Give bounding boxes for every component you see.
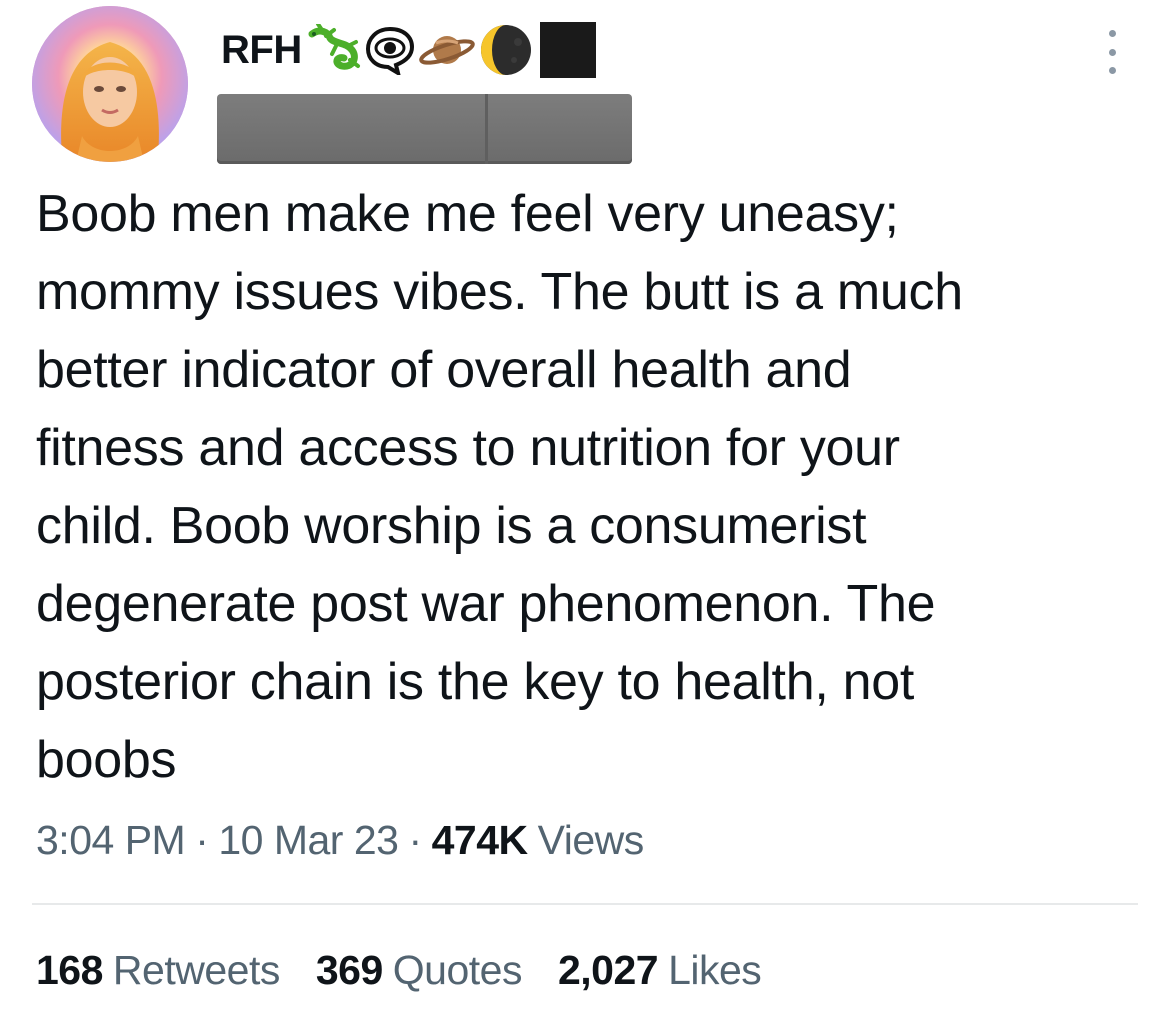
name-emojis — [306, 22, 598, 78]
views-count: 474K — [431, 816, 529, 863]
divider — [32, 903, 1138, 905]
display-name-text: RFH — [221, 27, 302, 72]
last-quarter-moon-icon — [478, 22, 534, 78]
retweets-count: 168 — [36, 946, 103, 993]
meta-separator: · — [195, 816, 209, 863]
tweet-line: fitness and access to nutrition for your — [36, 419, 900, 477]
avatar-portrait-image — [32, 6, 188, 162]
tweet-date[interactable]: 10 Mar 23 — [218, 817, 399, 864]
more-dot — [1108, 30, 1116, 37]
author-name[interactable]: RFH — [221, 22, 598, 78]
avatar[interactable] — [32, 6, 188, 162]
redacted-handle — [217, 94, 632, 164]
meta-separator: · — [408, 816, 422, 863]
lizard-icon — [306, 24, 362, 76]
quotes-count: 369 — [315, 946, 383, 993]
retweets-label: Retweets — [112, 946, 280, 993]
retweets-stat[interactable]: 168 Retweets — [36, 947, 280, 994]
tweet-time[interactable]: 3:04 PM — [36, 817, 186, 864]
likes-label: Likes — [668, 946, 762, 993]
tweet-line: boobs — [36, 731, 177, 789]
engagement-stats: 168 Retweets 369 Quotes 2,027 Likes — [36, 942, 797, 998]
tweet-line: mommy issues vibes. The butt is a much — [36, 263, 963, 321]
tweet-line: degenerate post war phenomenon. The — [36, 575, 936, 633]
more-options-icon[interactable] — [1098, 30, 1126, 74]
quotes-label: Quotes — [392, 946, 523, 993]
eye-in-speech-bubble-icon — [364, 25, 416, 75]
black-square-icon — [536, 22, 596, 78]
ringed-planet-icon — [418, 25, 476, 75]
tweet-line: Boob men make me feel very uneasy; — [36, 185, 899, 243]
tweet-line: posterior chain is the key to health, no… — [36, 653, 914, 711]
quotes-stat[interactable]: 369 Quotes — [315, 946, 523, 994]
tweet-text: Boob men make me feel very uneasy; mommy… — [36, 175, 1146, 799]
likes-count: 2,027 — [557, 946, 659, 993]
tweet-metadata: 3:04 PM · 10 Mar 23 · 474K Views — [36, 812, 644, 868]
tweet-line: better indicator of overall health and — [36, 341, 852, 399]
more-dot — [1108, 67, 1116, 74]
tweet-line: child. Boob worship is a consumerist — [36, 497, 867, 555]
more-dot — [1108, 48, 1116, 56]
likes-stat[interactable]: 2,027 Likes — [557, 946, 762, 994]
views-label: Views — [537, 816, 645, 863]
